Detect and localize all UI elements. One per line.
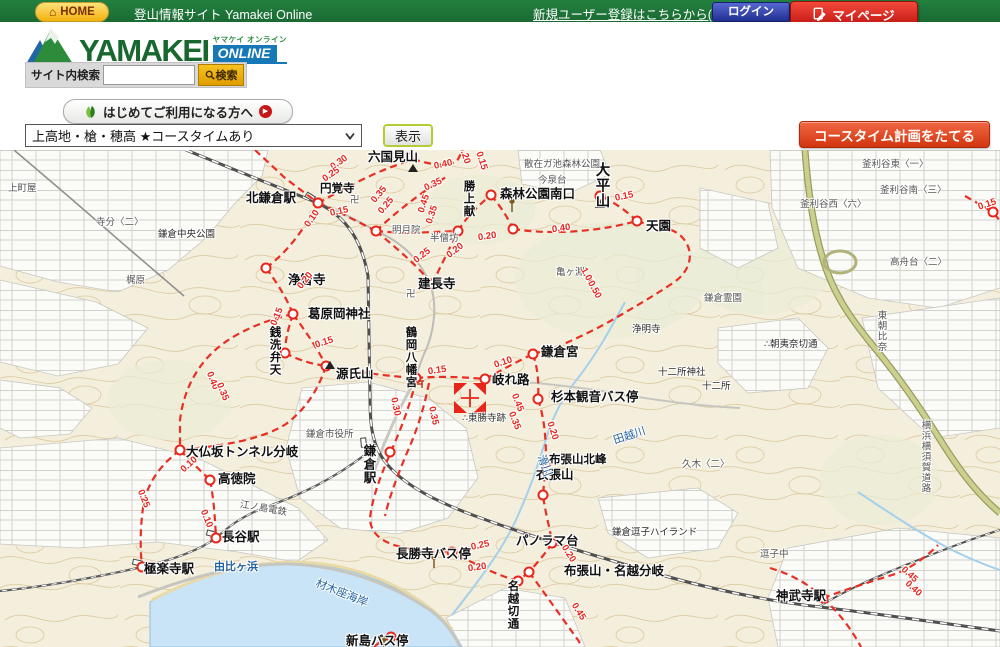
beginner-guide-label: はじめてご利用になる方へ (103, 102, 253, 121)
arrow-right-icon: ▶ (259, 105, 272, 118)
map-viewport[interactable]: 六国見山大平山北鎌倉駅円覚寺卍明月院森林公園南口今泉台散在ガ池森林公園天園半僧坊… (0, 150, 1000, 647)
sub-header: YAMAKEI ヤマケイ オンライン ONLINE サイト内検索 検索 は (0, 22, 1000, 150)
login-button[interactable]: ログイン (712, 2, 790, 22)
beginner-guide-button[interactable]: はじめてご利用になる方へ ▶ (63, 99, 293, 124)
site-title: 登山情報サイト Yamakei Online (134, 4, 312, 23)
register-link[interactable]: 新規ユーザー登録はこちらから(無料) (533, 4, 741, 23)
plan-course-time-button[interactable]: コースタイム計画をたてる (799, 121, 990, 148)
home-button[interactable]: ⌂ HOME (35, 2, 109, 22)
home-icon: ⌂ (49, 6, 56, 18)
site-search-box: サイト内検索 検索 (25, 62, 247, 88)
top-bar: ⌂ HOME 登山情報サイト Yamakei Online 新規ユーザー登録はこ… (0, 0, 1000, 22)
beginner-leaf-icon (84, 104, 97, 119)
logo-online-block: ヤマケイ オンライン ONLINE (213, 34, 287, 64)
search-button-label: 検索 (216, 67, 238, 83)
logo-kana-text: ヤマケイ オンライン (213, 34, 287, 45)
show-button[interactable]: 表示 (383, 124, 433, 147)
site-search-button[interactable]: 検索 (198, 64, 244, 86)
search-icon (205, 70, 215, 80)
course-select-value: 上高地・槍・穂高 ★コースタイムあり (32, 126, 254, 145)
yamakei-logo[interactable]: YAMAKEI ヤマケイ オンライン ONLINE (25, 28, 287, 64)
logo-online-text: ONLINE (213, 45, 277, 62)
site-search-label: サイト内検索 (31, 67, 100, 83)
map-canvas (0, 150, 1000, 647)
logo-brand-text: YAMAKEI (79, 38, 209, 64)
site-search-input[interactable] (103, 65, 195, 85)
mypage-icon (813, 7, 827, 21)
chevron-down-icon (344, 131, 356, 141)
course-select[interactable]: 上高地・槍・穂高 ★コースタイムあり (25, 124, 362, 147)
mountain-logo-icon (25, 28, 77, 64)
mypage-label: マイページ (832, 5, 894, 24)
yamakei-online-page: ⌂ HOME 登山情報サイト Yamakei Online 新規ユーザー登録はこ… (0, 0, 1000, 647)
home-label: HOME (60, 3, 95, 21)
